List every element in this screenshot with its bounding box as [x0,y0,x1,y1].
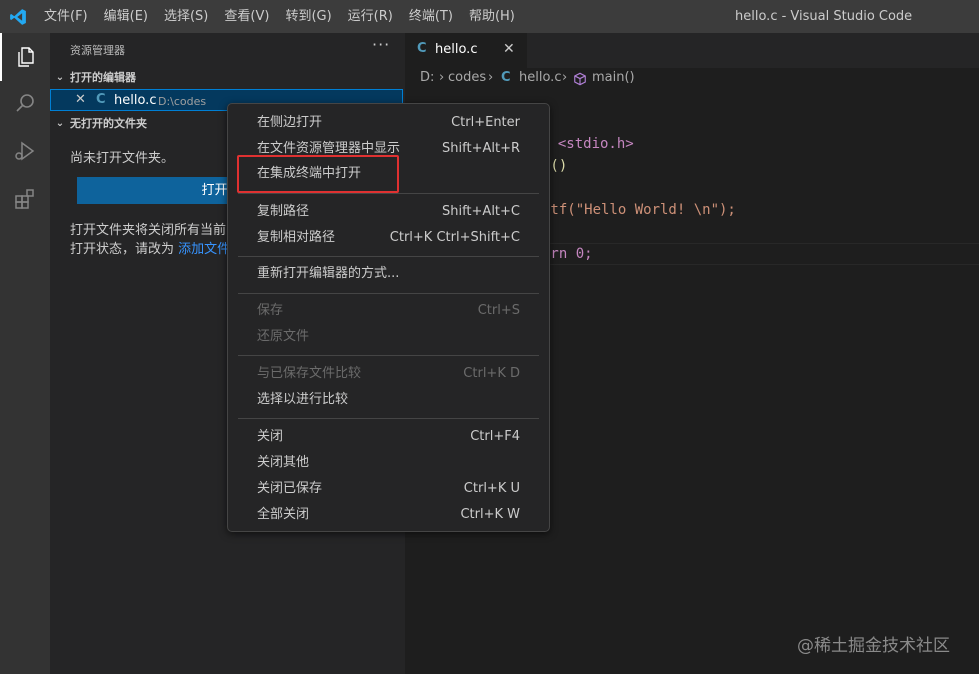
chevron-down-icon: ⌄ [55,71,65,83]
menu-item-shortcut: Ctrl+S [477,303,520,318]
extensions-icon[interactable] [0,175,50,223]
breadcrumb: D: › codes › C hello.c › main() [405,68,979,90]
menu-item-close-others[interactable]: 关闭其他 [228,450,549,476]
c-file-icon: C [501,70,511,85]
menu-item-shortcut: Ctrl+K Ctrl+Shift+C [389,230,520,245]
run-debug-icon[interactable] [0,127,50,175]
menu-item-label: 保存 [257,303,284,318]
menu-item-compare-with-saved: 与已保存文件比较 Ctrl+K D [228,361,549,387]
menu-help[interactable]: 帮助(H) [461,0,523,33]
info-text-line1: 打开文件夹将关闭所有当前 [70,223,227,238]
menu-item-revert-file: 还原文件 [228,324,549,350]
menu-edit[interactable]: 编辑(E) [96,0,156,33]
c-file-icon: C [96,92,106,107]
menu-separator [238,193,539,194]
open-editors-section[interactable]: ⌄ 打开的编辑器 [50,66,405,88]
vscode-logo-icon [0,0,36,33]
title-bar: 文件(F) 编辑(E) 选择(S) 查看(V) 转到(G) 运行(R) 终端(T… [0,0,979,33]
explorer-icon[interactable] [0,33,50,81]
menu-view[interactable]: 查看(V) [216,0,277,33]
sidebar-title: 资源管理器 [70,44,125,57]
symbol-method-icon [573,72,587,90]
chevron-right-icon: › [439,70,445,85]
tab-label: hello.c [435,42,478,57]
menu-bar: 文件(F) 编辑(E) 选择(S) 查看(V) 转到(G) 运行(R) 终端(T… [36,0,523,33]
breadcrumb-symbol[interactable]: main() [592,70,635,85]
chevron-right-icon: › [488,70,494,85]
menu-separator [238,256,539,257]
menu-item-shortcut: Shift+Alt+R [442,141,520,156]
menu-item-copy-path[interactable]: 复制路径 Shift+Alt+C [228,199,549,225]
menu-item-shortcut: Ctrl+Enter [451,115,520,130]
menu-item-label: 复制路径 [257,204,310,219]
menu-item-label: 重新打开编辑器的方式... [257,266,400,281]
menu-item-shortcut: Ctrl+K D [463,366,520,381]
menu-item-label: 复制相对路径 [257,230,336,245]
menu-terminal[interactable]: 终端(T) [401,0,461,33]
menu-item-label: 关闭已保存 [257,481,323,496]
menu-item-reopen-with[interactable]: 重新打开编辑器的方式... [228,261,549,287]
menu-item-label: 关闭其他 [257,455,310,470]
menu-item-shortcut: Ctrl+K U [463,481,520,496]
open-editors-title: 打开的编辑器 [70,71,136,84]
menu-item-label: 与已保存文件比较 [257,366,362,381]
close-icon[interactable]: ✕ [75,92,86,107]
no-folder-message: 尚未打开文件夹。 [70,151,175,166]
breadcrumb-file[interactable]: hello.c [519,70,561,85]
more-actions-icon[interactable]: ··· [372,35,390,54]
menu-item-save: 保存 Ctrl+S [228,298,549,324]
breadcrumb-drive[interactable]: D: [420,70,434,85]
menu-item-label: 全部关闭 [257,507,310,522]
menu-item-shortcut: Ctrl+F4 [470,429,520,444]
menu-selection[interactable]: 选择(S) [156,0,216,33]
editor-tabs: C hello.c ✕ [405,33,979,68]
info-text-line2: 打开状态，请改为 添加文件 [70,238,230,257]
search-icon[interactable] [0,79,50,127]
breadcrumb-folder[interactable]: codes [448,70,486,85]
c-file-icon: C [417,41,427,56]
highlight-annotation [237,155,399,193]
chevron-down-icon: ⌄ [55,117,65,129]
menu-item-label: 在侧边打开 [257,115,323,130]
chevron-right-icon: › [562,70,568,85]
info-text-prefix: 打开状态，请改为 [70,242,179,257]
menu-item-select-for-compare[interactable]: 选择以进行比较 [228,387,549,413]
menu-item-copy-relative-path[interactable]: 复制相对路径 Ctrl+K Ctrl+Shift+C [228,225,549,251]
menu-item-shortcut: Ctrl+K W [460,507,520,522]
menu-item-close[interactable]: 关闭 Ctrl+F4 [228,424,549,450]
open-editor-file-name: hello.c [114,93,157,108]
menu-item-label: 关闭 [257,429,284,444]
menu-separator [238,293,539,294]
close-icon[interactable]: ✕ [503,41,515,57]
window-title: hello.c - Visual Studio Code [735,9,913,24]
menu-item-close-saved[interactable]: 关闭已保存 Ctrl+K U [228,476,549,502]
code-text: ntf("Hello World! \n"); [542,202,736,218]
no-folder-title: 无打开的文件夹 [70,117,147,130]
menu-item-label: 选择以进行比较 [257,392,349,407]
menu-separator [238,355,539,356]
menu-item-close-all[interactable]: 全部关闭 Ctrl+K W [228,502,549,528]
activity-bar [0,33,50,674]
menu-go[interactable]: 转到(G) [277,0,339,33]
tab-hello-c[interactable]: C hello.c ✕ [405,33,527,68]
add-folder-link[interactable]: 添加文件 [178,242,230,257]
menu-file[interactable]: 文件(F) [36,0,96,33]
menu-item-open-to-side[interactable]: 在侧边打开 Ctrl+Enter [228,110,549,136]
menu-separator [238,418,539,419]
menu-item-label: 还原文件 [257,329,310,344]
watermark: @稀土掘金技术社区 [797,636,950,656]
menu-run[interactable]: 运行(R) [340,0,401,33]
open-editor-file-path: D:\codes [158,95,207,108]
menu-item-shortcut: Shift+Alt+C [441,204,520,219]
